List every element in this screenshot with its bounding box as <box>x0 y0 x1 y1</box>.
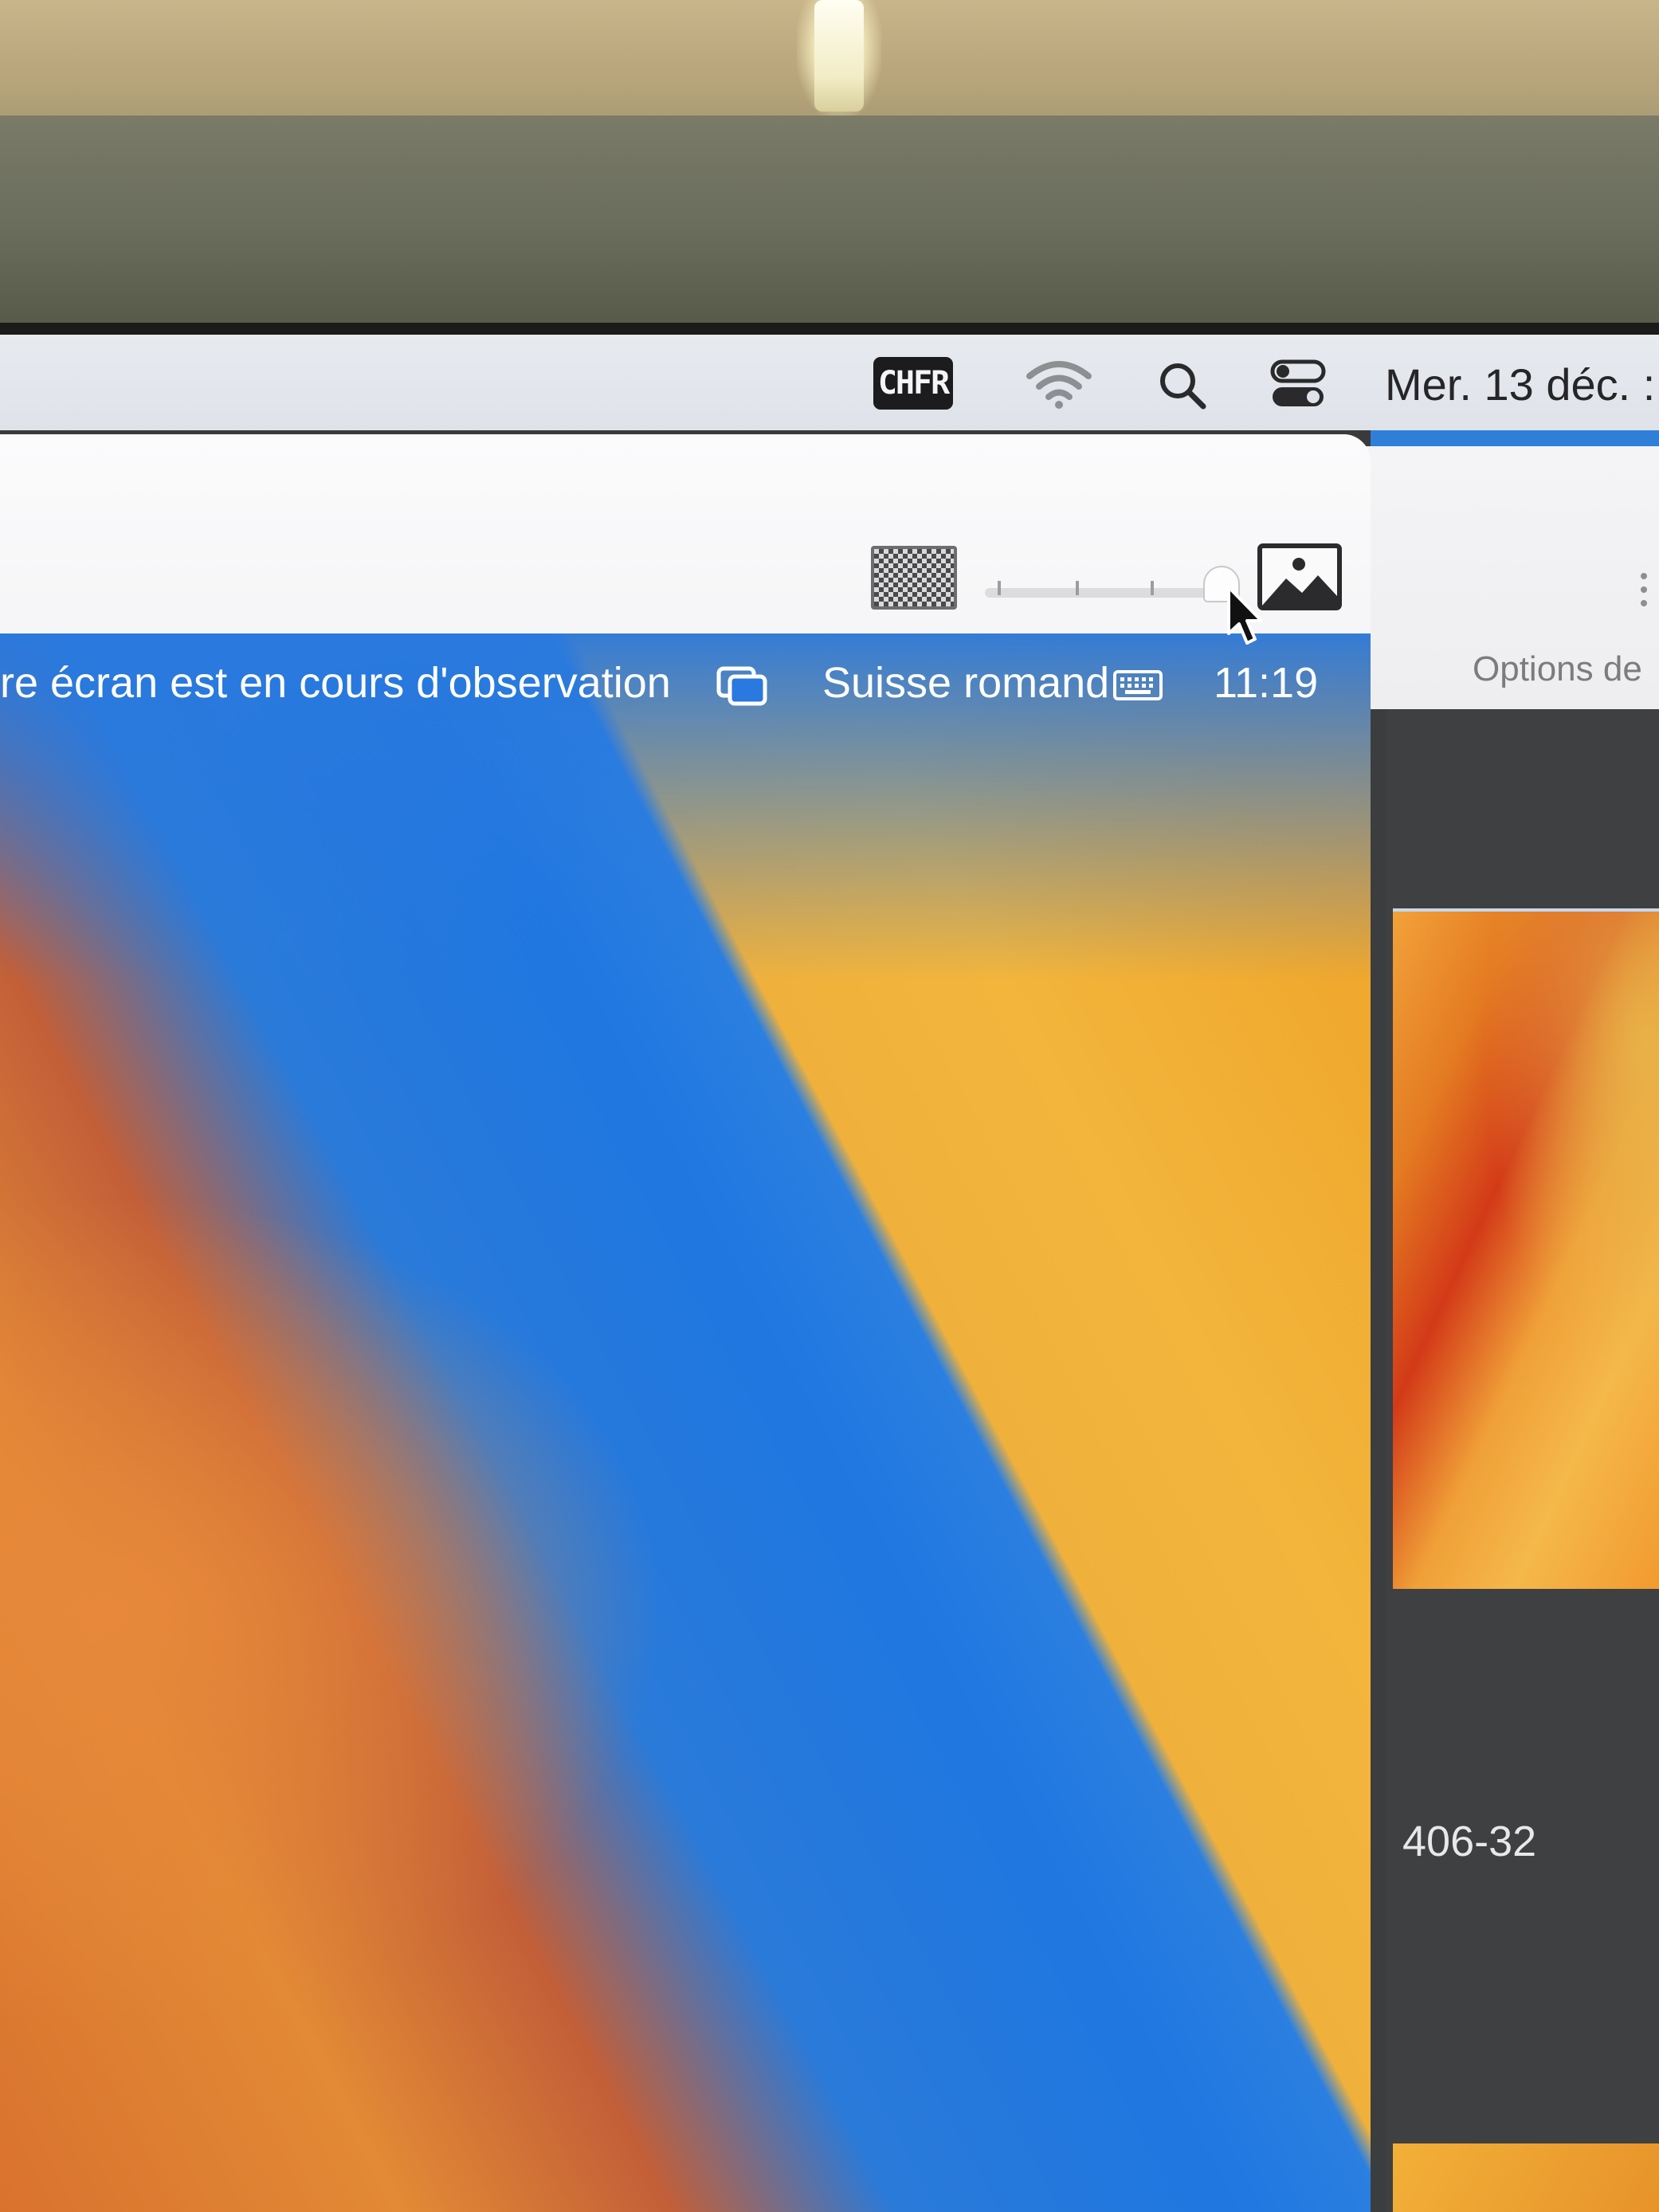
ceiling-light-core <box>814 0 864 112</box>
menu-bar-date[interactable]: Mer. 13 déc. : <box>1385 357 1655 413</box>
monitor-bezel <box>0 116 1659 331</box>
desktop-strip <box>1371 430 1659 446</box>
viewer-toolbar <box>0 434 1371 651</box>
slider-tick <box>998 581 1001 595</box>
quality-slider[interactable] <box>985 588 1224 598</box>
input-source-menu[interactable]: CHFR <box>873 357 953 410</box>
screens-icon[interactable] <box>716 665 768 707</box>
mouse-cursor-icon <box>1227 586 1263 645</box>
control-center-icon[interactable] <box>1270 359 1326 410</box>
keyboard-icon[interactable] <box>1112 669 1163 701</box>
slider-tick <box>1151 581 1154 595</box>
checkerboard-icon[interactable] <box>871 546 957 610</box>
options-label[interactable]: Options de <box>1473 649 1642 689</box>
more-icon[interactable] <box>1640 570 1648 610</box>
search-icon[interactable] <box>1157 360 1208 411</box>
item-label: 406-32 <box>1402 1818 1537 1865</box>
image-icon[interactable] <box>1257 543 1342 610</box>
wallpaper-thumbnail-2[interactable] <box>1393 2143 1659 2212</box>
keyboard-layout-label[interactable]: Suisse romand <box>822 659 1109 707</box>
remote-screen-overlay <box>0 633 1371 2212</box>
wallpaper-thumbnail[interactable] <box>1393 908 1659 1589</box>
observation-status[interactable]: re écran est en cours d'observation <box>0 659 671 707</box>
screen-viewer-window[interactable]: re écran est en cours d'observation Suis… <box>0 434 1371 2212</box>
remote-clock[interactable]: 11:19 <box>1214 659 1318 707</box>
slider-tick <box>1076 581 1079 595</box>
wifi-icon[interactable] <box>1025 359 1093 410</box>
